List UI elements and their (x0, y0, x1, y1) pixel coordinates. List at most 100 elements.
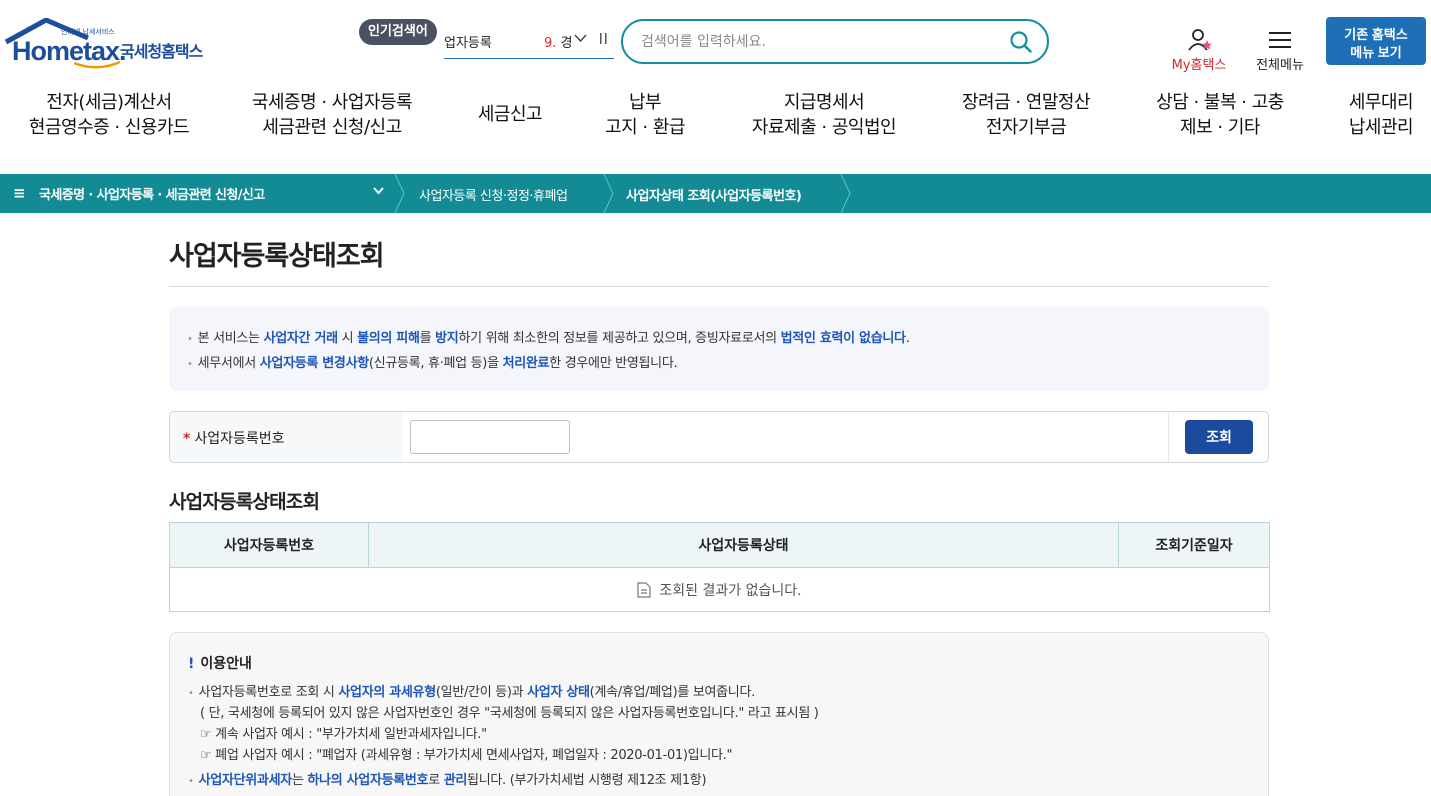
chevron-down-icon[interactable] (372, 184, 385, 201)
notice-line-1: • 본 서비스는 사업자간 거래 시 불의의 피해를 방지하기 위해 최소한의 정… (187, 331, 910, 346)
notice-line-2: • 세무서에서 사업자등록 변경사항(신규등록, 휴·폐업 등)을 처리완료한 경… (187, 356, 678, 371)
result-table: 사업자등록번호 사업자등록상태 조회기준일자 조회된 결과가 없습니다. (169, 522, 1270, 612)
empty-result-cell: 조회된 결과가 없습니다. (169, 567, 1270, 612)
search-box (621, 19, 1049, 64)
search-input[interactable] (641, 30, 1001, 54)
empty-result-text: 조회된 결과가 없습니다. (659, 582, 802, 599)
guide-line-3: ☞ 계속 사업자 예시 : "부가가치세 일반과세자입니다." (200, 727, 487, 742)
logo-korean-name: 국세청홈택스 (120, 42, 203, 61)
column-business-status: 사업자등록상태 (368, 522, 1119, 568)
gnb-item-incentive[interactable]: 장려금 · 연말정산 전자기부금 (948, 90, 1104, 140)
notice-highlight: 사업자간 거래 (263, 331, 338, 346)
column-business-number: 사업자등록번호 (169, 522, 369, 568)
all-menu-button[interactable]: 전체메뉴 (1252, 28, 1308, 73)
notice-highlight: 방지 (435, 331, 459, 346)
notice-highlight: 불의의 피해 (357, 331, 420, 346)
gnb-item-tax-agent[interactable]: 세무대리 납세관리 (1335, 90, 1427, 140)
gnb-item-tax-return[interactable]: 세금신고 (460, 102, 560, 127)
breadcrumb-level3[interactable]: 사업자상태 조회(사업자등록번호) (626, 185, 802, 204)
notice-text: 시 (337, 331, 358, 346)
notice-text: . (905, 331, 910, 346)
legacy-button-line2: 메뉴 보기 (1350, 45, 1402, 60)
guide-highlight: 관리 (443, 773, 468, 788)
gnb-item-consultation[interactable]: 상담 · 불복 · 고충 제보 · 기타 (1140, 90, 1300, 140)
guide-highlight: 사업자의 과세유형 (338, 685, 436, 700)
guide-line-1: • 사업자등록번호로 조회 시 사업자의 과세유형(일반/간이 등)과 사업자 상… (188, 685, 756, 700)
chevron-down-icon[interactable] (574, 32, 587, 47)
gnb-item-line1: 세금신고 (477, 104, 543, 125)
popular-keyword[interactable]: 업자등록 (444, 32, 492, 51)
breadcrumb-separator-icon (394, 174, 405, 213)
gnb-item-certificate[interactable]: 국세증명 · 사업자등록 세금관련 신청/신고 (232, 90, 432, 140)
notice-highlight: 처리완료 (502, 356, 550, 371)
gnb-item-line2: 현금영수증 · 신용카드 (28, 117, 190, 138)
required-mark: * (183, 431, 191, 447)
notice-text: 한 경우에만 반영됩니다. (549, 356, 678, 371)
query-divider (1168, 412, 1169, 462)
guide-line-2: ( 단, 국세청에 등록되어 있지 않은 사업자번호인 경우 "국세청에 등록되… (200, 706, 819, 721)
guide-text: 사업자등록번호로 조회 시 (198, 685, 339, 700)
all-menu-label: 전체메뉴 (1256, 58, 1304, 73)
table-header-row: 사업자등록번호 사업자등록상태 조회기준일자 (169, 522, 1270, 568)
popular-search-ticker[interactable]: 업자등록 9. 경 (444, 26, 614, 59)
table-row: 조회된 결과가 없습니다. (169, 567, 1270, 612)
notice-text: 본 서비스는 (197, 331, 264, 346)
gnb-item-einvoice[interactable]: 전자(세금)계산서 현금영수증 · 신용카드 (14, 90, 204, 140)
business-number-query-form: * 사업자등록번호 조회 (169, 411, 1269, 463)
gnb-item-line1: 상담 · 불복 · 고충 (1156, 92, 1284, 113)
gnb-item-line1: 국세증명 · 사업자등록 (251, 92, 413, 113)
breadcrumb-level2[interactable]: 사업자등록 신청·정정·휴폐업 (419, 185, 568, 204)
breadcrumb-level1[interactable]: 국세증명 · 사업자등록 · 세금관련 신청/신고 (39, 184, 265, 203)
popular-rank: 9. 경 (544, 32, 573, 51)
hometax-logo[interactable]: 인터넷 납세서비스 Hometax. 국세청홈택스 (2, 16, 217, 72)
gnb-item-line2: 제보 · 기타 (1180, 117, 1260, 138)
gnb-item-line2: 고지 · 환급 (605, 117, 685, 138)
query-button[interactable]: 조회 (1185, 420, 1253, 454)
gnb-item-line2: 납세관리 (1348, 117, 1414, 138)
usage-guide-title-text: 이용안내 (200, 656, 252, 672)
column-query-date: 조회기준일자 (1118, 522, 1270, 568)
my-hometax-label: My홈택스 (1171, 58, 1227, 73)
guide-text: 는 (291, 773, 308, 788)
guide-text: (일반/간이 등)과 (435, 685, 528, 700)
gnb-item-payment-statement[interactable]: 지급명세서 자료제출 · 공익법인 (735, 90, 913, 140)
exclamation-icon: ! (188, 656, 195, 672)
logo-swoosh-icon (73, 60, 121, 69)
guide-text: (계속/휴업/폐업)를 보여줍니다. (589, 685, 756, 700)
gnb-item-line2: 자료제출 · 공익법인 (751, 117, 897, 138)
usage-guide-title: ! 이용안내 (188, 653, 252, 673)
notice-highlight: 사업자등록 변경사항 (259, 356, 369, 371)
gnb-item-line1: 납부 (628, 92, 662, 113)
gnb-item-payment[interactable]: 납부 고지 · 환급 (590, 90, 700, 140)
title-divider (169, 286, 1269, 287)
popular-rank-text: 경 (560, 36, 573, 51)
notice-text: (신규등록, 휴·폐업 등)을 (368, 356, 503, 371)
guide-line-4: ☞ 폐업 사업자 예시 : "폐업자 (과세유형 : 부가가치세 면세사업자, … (200, 748, 733, 763)
gnb-item-line1: 지급명세서 (783, 92, 865, 113)
legacy-hometax-menu-button[interactable]: 기존 홈택스 메뉴 보기 (1326, 17, 1426, 65)
notice-highlight: 법적인 효력이 없습니다 (780, 331, 906, 346)
service-notice-box: • 본 서비스는 사업자간 거래 시 불의의 피해를 방지하기 위해 최소한의 정… (169, 307, 1269, 391)
pause-icon[interactable] (599, 33, 608, 47)
user-icon (1188, 29, 1212, 51)
usage-guide-box: ! 이용안내 • 사업자등록번호로 조회 시 사업자의 과세유형(일반/간이 등)과… (169, 632, 1269, 796)
guide-text: 로 (428, 773, 444, 788)
guide-line-5: • 사업자단위과세자는 하나의 사업자등록번호로 관리됩니다. (부가가치세법 시… (188, 773, 707, 788)
my-hometax-button[interactable]: My홈택스 (1166, 28, 1232, 73)
legacy-button-line1: 기존 홈택스 (1344, 27, 1408, 42)
breadcrumb-menu-icon[interactable]: ≡ (13, 184, 26, 202)
guide-text: 됩니다. (부가가치세법 시행령 제12조 제1항) (467, 773, 707, 788)
result-section-title: 사업자등록상태조회 (169, 491, 320, 513)
breadcrumb-separator-icon (603, 174, 614, 213)
guide-highlight: 사업자 상태 (527, 685, 590, 700)
popular-search-badge: 인기검색어 (359, 19, 437, 45)
page-title: 사업자등록상태조회 (169, 241, 385, 272)
query-label-cell: * 사업자등록번호 (170, 412, 402, 462)
header: 인터넷 납세서비스 Hometax. 국세청홈택스 인기검색어 업자등록 9. … (0, 0, 1431, 82)
gnb-item-line1: 장려금 · 연말정산 (961, 92, 1091, 113)
notice-text: 세무서에서 (197, 356, 260, 371)
search-icon[interactable] (1009, 30, 1033, 54)
global-navigation: 전자(세금)계산서 현금영수증 · 신용카드 국세증명 · 사업자등록 세금관련… (0, 82, 1431, 174)
gnb-item-line1: 전자(세금)계산서 (46, 92, 172, 113)
business-number-input[interactable] (410, 420, 570, 454)
